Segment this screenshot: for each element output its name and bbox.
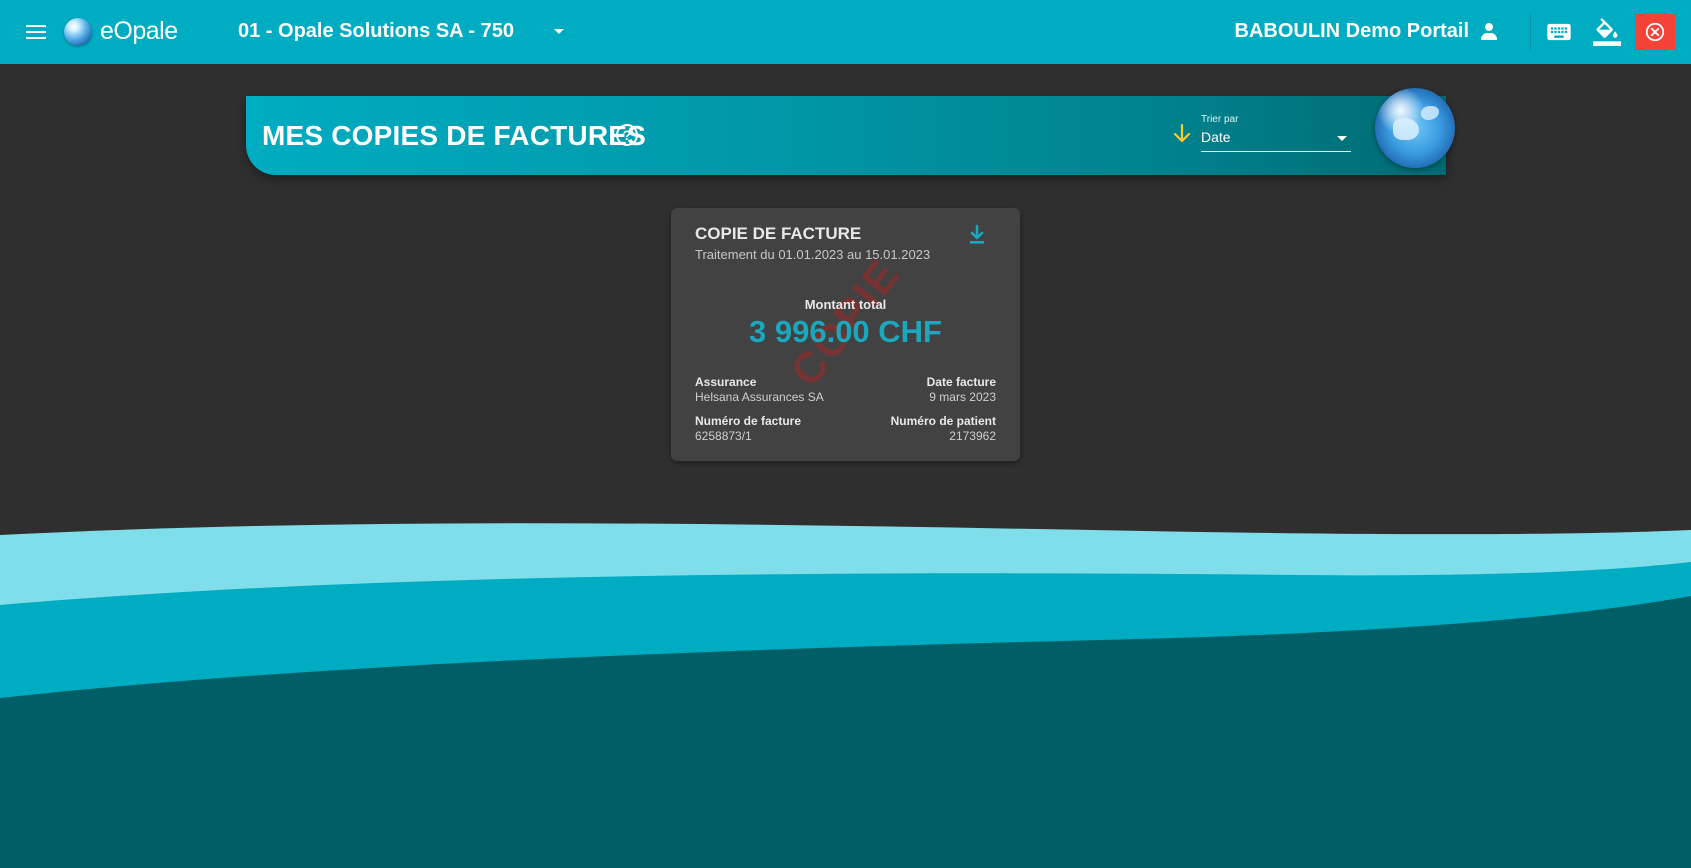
close-button[interactable] bbox=[1635, 14, 1675, 50]
patient-number-value: 2173962 bbox=[949, 429, 996, 443]
sort-select[interactable]: Trier par Date bbox=[1201, 114, 1351, 152]
patient-number-field: Numéro de patient 2173962 bbox=[891, 414, 996, 443]
invoice-date-label: Date facture bbox=[926, 375, 996, 389]
assurance-field: Assurance Helsana Assurances SA bbox=[695, 375, 824, 404]
keyboard-icon[interactable] bbox=[1545, 18, 1573, 46]
help-icon[interactable]: ? bbox=[616, 124, 638, 146]
total-amount-label: Montant total bbox=[804, 297, 887, 312]
assurance-value: Helsana Assurances SA bbox=[695, 390, 824, 404]
page-header-banner: MES COPIES DE FACTURES ? Trier par Date bbox=[246, 88, 1455, 175]
toolbar-divider bbox=[1530, 14, 1531, 50]
invoice-number-label: Numéro de facture bbox=[695, 414, 802, 428]
invoice-date-field: Date facture 9 mars 2023 bbox=[927, 375, 996, 404]
close-icon bbox=[1645, 22, 1665, 42]
person-icon bbox=[1479, 22, 1499, 42]
invoice-number-value: 6258873/1 bbox=[695, 429, 752, 443]
sort-direction-arrow-icon[interactable] bbox=[1172, 122, 1192, 146]
sort-value: Date bbox=[1201, 129, 1231, 145]
sort-underline bbox=[1201, 151, 1351, 152]
total-amount-value: 3 996.00 CHF bbox=[749, 314, 942, 349]
company-select-value: 01 - Opale Solutions SA - 750 bbox=[238, 20, 514, 42]
globe-icon bbox=[1375, 88, 1455, 168]
sort-label: Trier par bbox=[1201, 114, 1239, 125]
invoice-number-field: Numéro de facture 6258873/1 bbox=[695, 414, 801, 443]
app-logo-text: eOpale bbox=[100, 17, 178, 45]
paint-bucket-icon[interactable] bbox=[1593, 18, 1621, 46]
company-select[interactable]: 01 - Opale Solutions SA - 750 bbox=[238, 20, 564, 43]
download-icon[interactable] bbox=[967, 224, 987, 246]
app-toolbar: eOpale 01 - Opale Solutions SA - 750 BAB… bbox=[0, 0, 1691, 64]
assurance-label: Assurance bbox=[695, 375, 757, 389]
invoice-date-value: 9 mars 2023 bbox=[929, 390, 996, 404]
chevron-down-icon bbox=[1337, 136, 1347, 141]
background-waves bbox=[0, 523, 1691, 868]
card-subtitle: Traitement du 01.01.2023 au 15.01.2023 bbox=[695, 247, 931, 262]
patient-number-label: Numéro de patient bbox=[890, 414, 996, 428]
menu-icon[interactable] bbox=[22, 20, 50, 44]
logo-globe-icon bbox=[64, 18, 92, 46]
user-menu-button[interactable]: BABOULIN Demo Portail bbox=[1235, 20, 1499, 43]
chevron-down-icon bbox=[554, 29, 564, 34]
card-title: COPIE DE FACTURE bbox=[695, 224, 862, 243]
invoice-copy-card[interactable]: COPIE COPIE DE FACTURE Traitement du 01.… bbox=[671, 208, 1020, 461]
page-title: MES COPIES DE FACTURES bbox=[262, 120, 647, 151]
user-name: BABOULIN Demo Portail bbox=[1234, 20, 1469, 42]
